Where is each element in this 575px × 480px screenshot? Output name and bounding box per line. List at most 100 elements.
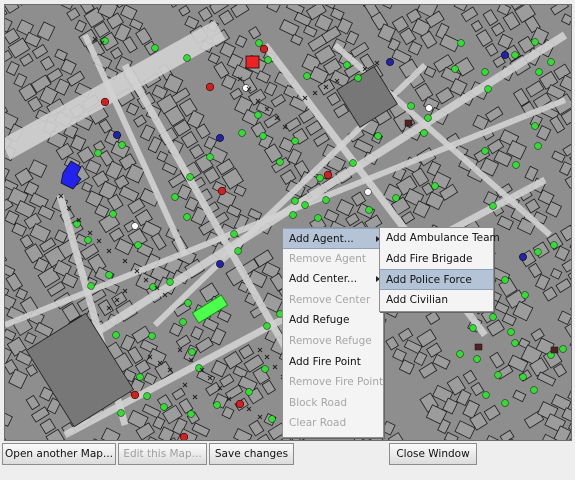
building [560, 224, 571, 242]
civilian-marker [87, 282, 95, 290]
civilian-marker [481, 68, 489, 76]
building [443, 431, 459, 440]
building [413, 351, 428, 367]
building [425, 310, 441, 326]
civilian-marker [501, 276, 509, 284]
menu-item-label: Clear Road [289, 417, 347, 430]
ambulance-marker [364, 188, 372, 196]
road-block-mark [106, 248, 112, 254]
building [97, 299, 114, 317]
building [527, 262, 543, 279]
building [118, 185, 140, 203]
building [238, 344, 255, 360]
menu-item-block-road[interactable]: Block Road [283, 393, 383, 414]
menu-item-remove-center[interactable]: Remove Center [283, 290, 383, 311]
building [15, 287, 28, 301]
context-menu: Add Agent... Remove Agent Add Center... … [282, 227, 384, 438]
building [175, 334, 192, 349]
building [323, 209, 340, 224]
building [233, 428, 253, 440]
road-block-mark [96, 238, 102, 244]
civilian-marker [456, 350, 464, 358]
civilian-marker [136, 373, 144, 381]
submenu-item-add-ambulance-team[interactable]: Add Ambulance Team [380, 228, 500, 249]
submenu-item-add-police-force[interactable]: Add Police Force [380, 269, 493, 290]
road-block-mark [122, 258, 128, 264]
building [351, 191, 367, 207]
building [178, 5, 191, 17]
civilian-marker [534, 142, 542, 150]
civilian-marker [134, 241, 142, 249]
civilian-marker [84, 236, 92, 244]
civilian-marker [291, 137, 299, 145]
building [110, 46, 123, 60]
building [66, 7, 81, 22]
building [5, 5, 20, 14]
civilian-marker [259, 132, 267, 140]
blockade [474, 343, 483, 351]
building [407, 40, 423, 56]
burning-building [245, 55, 260, 69]
menu-item-clear-road[interactable]: Clear Road [283, 413, 383, 434]
building [189, 143, 205, 160]
save-changes-button[interactable]: Save changes [209, 443, 294, 465]
menu-item-label: Remove Refuge [289, 334, 372, 347]
building [284, 117, 302, 132]
building [233, 184, 247, 197]
building [190, 326, 204, 341]
civilian-marker [230, 230, 238, 238]
building [490, 22, 505, 37]
civilian-marker [117, 409, 125, 417]
building [85, 159, 102, 175]
civilian-marker [183, 213, 191, 221]
menu-item-add-refuge[interactable]: Add Refuge [283, 310, 383, 331]
civilian-marker [314, 214, 322, 222]
building [353, 138, 374, 155]
close-window-button[interactable]: Close Window [389, 443, 477, 465]
building [524, 198, 541, 214]
fire-brigade-marker [179, 432, 189, 440]
menu-item-remove-fire-point[interactable]: Remove Fire Point [283, 372, 383, 393]
civilian-marker [148, 332, 156, 340]
building [221, 406, 235, 420]
building [555, 278, 571, 294]
fire-brigade-marker [235, 399, 245, 409]
open-map-button[interactable]: Open another Map... [2, 443, 116, 465]
civilian-marker [457, 39, 465, 47]
civilian-marker [507, 328, 515, 336]
building [567, 386, 571, 403]
road-block-mark [87, 230, 93, 236]
edit-map-button[interactable]: Edit this Map... [118, 443, 207, 465]
building [264, 81, 278, 97]
building [303, 24, 318, 38]
submenu-item-add-fire-brigade[interactable]: Add Fire Brigade [380, 249, 493, 270]
building [486, 319, 505, 337]
building [432, 353, 451, 370]
building [496, 215, 514, 231]
building [210, 359, 229, 378]
building [39, 418, 57, 435]
menu-item-label: Add Fire Point [289, 355, 361, 368]
building [143, 372, 158, 386]
civilian-marker [291, 197, 299, 205]
civilian-marker [105, 271, 113, 279]
building [226, 204, 242, 218]
road-block-mark [182, 382, 188, 388]
building [569, 238, 571, 252]
submenu-item-add-civilian[interactable]: Add Civilian [380, 290, 493, 311]
civilian-marker [511, 339, 519, 347]
menu-item-remove-refuge[interactable]: Remove Refuge [283, 331, 383, 352]
building [536, 125, 552, 141]
menu-item-add-agent[interactable]: Add Agent... [283, 228, 383, 249]
menu-item-add-fire-point[interactable]: Add Fire Point [283, 352, 383, 373]
civilian-marker [171, 193, 179, 201]
building [197, 6, 213, 22]
building [485, 106, 504, 123]
building [5, 166, 10, 182]
menu-item-add-center[interactable]: Add Center... [283, 269, 383, 290]
building [24, 332, 37, 345]
menu-item-label: Add Refuge [289, 314, 350, 327]
civilian-marker [255, 39, 263, 47]
civilian-marker [511, 51, 519, 59]
menu-item-remove-agent[interactable]: Remove Agent [283, 249, 383, 270]
